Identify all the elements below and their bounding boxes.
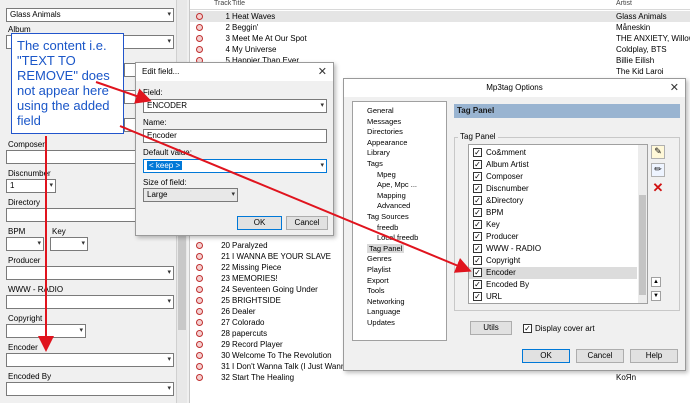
arrow-to-field (95, 81, 152, 104)
annotation-arrows (38, 81, 472, 352)
arrow-to-tag-panel (119, 125, 472, 273)
